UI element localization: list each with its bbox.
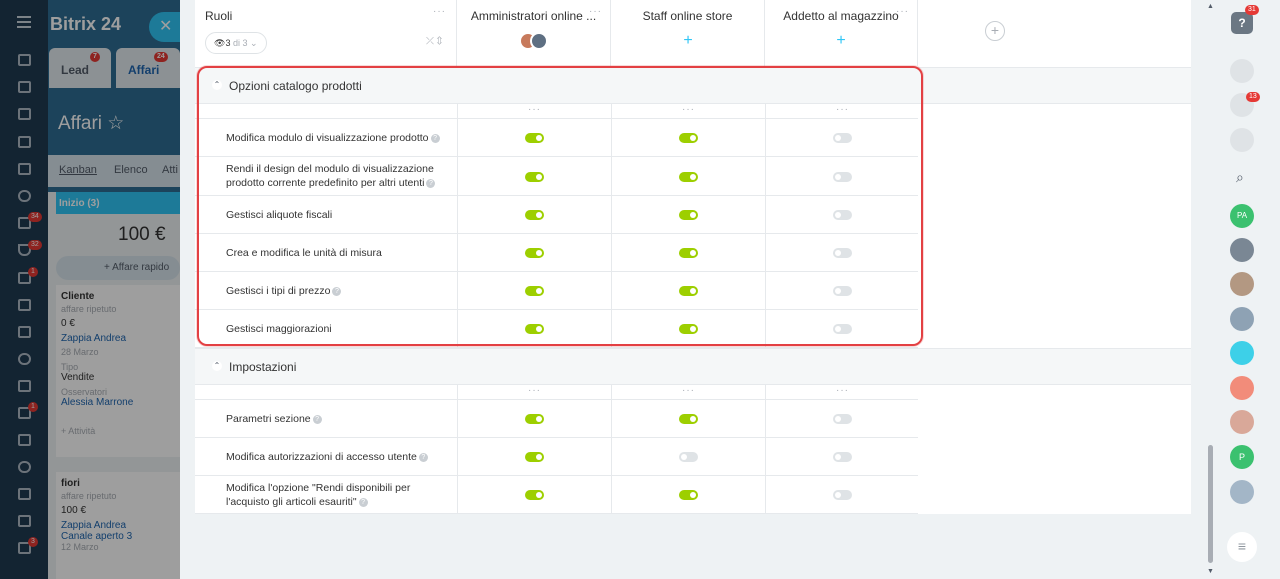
more-menu-icon[interactable]: ≡ xyxy=(1227,532,1257,562)
role-menu-icon[interactable]: ··· xyxy=(589,6,602,17)
divider xyxy=(765,438,766,475)
add-role-button[interactable]: + xyxy=(985,21,1005,41)
divider xyxy=(611,476,612,513)
contact-card-icon[interactable] xyxy=(1230,376,1254,400)
avatar[interactable] xyxy=(1230,480,1254,504)
divider xyxy=(457,438,458,475)
add-member-icon[interactable]: + xyxy=(833,33,849,50)
scroll-up-icon[interactable]: ▲ xyxy=(1207,3,1214,10)
roles-menu-icon[interactable]: ··· xyxy=(433,6,446,17)
section-header[interactable]: ⌃ Impostazioni xyxy=(195,348,1191,385)
divider xyxy=(611,385,612,399)
eye-icon: 👁 xyxy=(214,38,226,48)
divider xyxy=(611,438,612,475)
permission-row: Modifica l'opzione "Rendi disponibili pe… xyxy=(195,476,918,514)
role-column-1[interactable]: Staff online store + xyxy=(611,0,765,66)
permission-row: Modifica autorizzazioni di accesso utent… xyxy=(195,438,918,476)
messages-icon[interactable] xyxy=(1230,128,1254,152)
permission-label: Parametri sezione? xyxy=(226,412,446,426)
role-column-2[interactable]: Addetto al magazzino ··· + xyxy=(765,0,918,66)
livechat-icon[interactable] xyxy=(1230,59,1254,83)
avatar[interactable] xyxy=(1230,272,1254,296)
help-badge: 31 xyxy=(1245,5,1259,15)
permission-toggle[interactable] xyxy=(679,490,698,500)
column-menu-icon[interactable]: ··· xyxy=(528,385,541,396)
chevron-down-icon: ⌄ xyxy=(250,38,258,48)
permission-toggle[interactable] xyxy=(833,452,852,462)
permission-label: Modifica l'opzione "Rendi disponibili pe… xyxy=(226,482,411,508)
roles-selector[interactable]: 👁3 di 3 ⌄ xyxy=(205,32,267,54)
help-icon[interactable]: ? xyxy=(358,497,368,507)
avatar[interactable] xyxy=(1230,238,1254,262)
divider xyxy=(611,400,612,437)
collapse-expand-icon[interactable]: ⤫ ⇕ xyxy=(426,36,442,47)
scroll-down-icon[interactable]: ▼ xyxy=(1207,568,1214,575)
help-icon[interactable]: ? xyxy=(418,452,428,462)
help-icon[interactable]: ? xyxy=(312,414,322,424)
avatar[interactable] xyxy=(1230,307,1254,331)
permission-toggle[interactable] xyxy=(833,490,852,500)
notifications-badge: 13 xyxy=(1246,92,1260,102)
column-actions-row: ··· ··· ··· xyxy=(195,385,918,400)
divider xyxy=(457,476,458,513)
role-members-avatars[interactable] xyxy=(519,32,549,50)
role-name: Addetto al magazzino xyxy=(783,9,899,23)
avatar-p[interactable]: P xyxy=(1230,445,1254,469)
help-icon[interactable]: ? xyxy=(1231,12,1253,34)
permission-toggle[interactable] xyxy=(833,414,852,424)
scrollbar-thumb[interactable] xyxy=(1208,445,1213,563)
permission-row: Parametri sezione? xyxy=(195,400,918,438)
permission-toggle[interactable] xyxy=(525,452,544,462)
highlight-frame xyxy=(197,66,923,346)
column-menu-icon[interactable]: ··· xyxy=(682,385,695,396)
divider xyxy=(457,385,458,399)
permission-label: Modifica autorizzazioni di accesso utent… xyxy=(226,450,446,464)
divider xyxy=(765,400,766,437)
role-name: Staff online store xyxy=(642,9,733,23)
permission-toggle[interactable] xyxy=(525,490,544,500)
column-menu-icon[interactable]: ··· xyxy=(836,385,849,396)
divider xyxy=(765,476,766,513)
role-name: Amministratori online ... xyxy=(470,9,597,23)
divider xyxy=(765,385,766,399)
avatar xyxy=(530,32,548,50)
permission-toggle[interactable] xyxy=(679,414,698,424)
collapse-icon[interactable]: ⌃ xyxy=(212,361,222,371)
add-member-icon[interactable]: + xyxy=(680,33,696,50)
divider xyxy=(457,400,458,437)
roles-header: Ruoli ··· 👁3 di 3 ⌄ ⤫ ⇕ xyxy=(195,0,457,66)
roles-title: Ruoli xyxy=(205,9,233,23)
role-menu-icon[interactable]: ··· xyxy=(896,6,909,17)
right-panel: ? 31 13 ⌕ PA P ≡ xyxy=(1216,0,1280,579)
section-title: Impostazioni xyxy=(229,360,297,374)
search-icon[interactable]: ⌕ xyxy=(1236,169,1244,186)
permission-toggle[interactable] xyxy=(679,452,698,462)
chat-icon[interactable] xyxy=(1230,341,1254,365)
permission-toggle[interactable] xyxy=(525,414,544,424)
scrollbar[interactable]: ▲ ▼ xyxy=(1205,0,1216,579)
avatar-pa[interactable]: PA xyxy=(1230,204,1254,228)
contact-card-icon[interactable] xyxy=(1230,410,1254,434)
role-column-0[interactable]: Amministratori online ... ··· xyxy=(457,0,611,66)
